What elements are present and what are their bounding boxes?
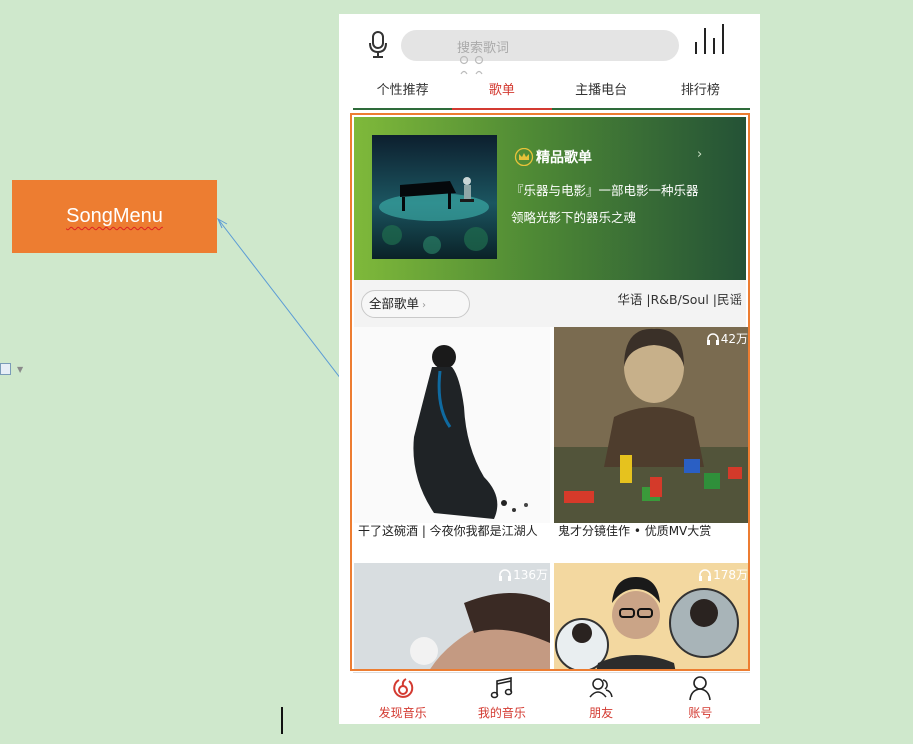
playlist-title: 干了这碗酒 | 今夜你我都是江湖人 bbox=[358, 524, 538, 538]
songmenu-callout: SongMenu bbox=[12, 180, 217, 253]
play-count: 178万 bbox=[698, 566, 748, 583]
all-playlists-label: 全部歌单 bbox=[369, 296, 420, 311]
nav-discover-music[interactable]: 发现音乐 bbox=[353, 673, 452, 724]
genre-tags[interactable]: 华语 |R&B/Soul |民谣 bbox=[617, 289, 742, 308]
tab-song-menu[interactable]: 歌单 bbox=[452, 78, 552, 110]
all-playlists-button[interactable]: 全部歌单 › bbox=[361, 290, 470, 318]
text-cursor bbox=[281, 707, 283, 734]
nav-label: 朋友 bbox=[589, 706, 614, 720]
banner-title-text: 精品歌单 bbox=[536, 150, 592, 166]
playlist-cover-image bbox=[354, 327, 550, 523]
nav-label: 发现音乐 bbox=[378, 706, 427, 720]
play-count: 136万 bbox=[498, 566, 548, 583]
tab-rankings[interactable]: 排行榜 bbox=[651, 78, 750, 108]
nav-my-music[interactable]: 我的音乐 bbox=[452, 673, 551, 724]
now-playing-bars-icon[interactable] bbox=[693, 22, 727, 54]
headphones-icon bbox=[699, 569, 712, 581]
tab-personal-recommend[interactable]: 个性推荐 bbox=[353, 78, 452, 108]
playlist-cover-image bbox=[554, 327, 748, 523]
songmenu-frame: 精品歌单 › 『乐器与电影』一部电影一种乐器 领略光影下的器乐之魂 全部歌单 › … bbox=[350, 113, 750, 671]
play-count-value: 42万 bbox=[720, 332, 748, 346]
search-input[interactable]: 搜索歌词 bbox=[401, 30, 679, 61]
nav-friends[interactable]: 朋友 bbox=[552, 673, 651, 724]
chevron-right-icon: › bbox=[422, 300, 427, 311]
piano-cover-image bbox=[372, 135, 497, 259]
top-tabs: 个性推荐 歌单 主播电台 排行榜 bbox=[353, 78, 750, 110]
search-icon bbox=[459, 55, 484, 75]
banner-title: 精品歌单 bbox=[514, 147, 592, 167]
account-icon bbox=[689, 676, 712, 701]
nav-account[interactable]: 账号 bbox=[651, 673, 750, 724]
nav-label: 账号 bbox=[688, 706, 713, 720]
premium-playlist-banner[interactable]: 精品歌单 › 『乐器与电影』一部电影一种乐器 领略光影下的器乐之魂 bbox=[354, 117, 746, 280]
bottom-nav: 发现音乐 我的音乐 朋友 账号 bbox=[353, 672, 750, 724]
top-bar: 搜索歌词 bbox=[339, 14, 760, 78]
music-note-icon bbox=[490, 677, 513, 699]
microphone-icon[interactable] bbox=[366, 30, 390, 60]
headphones-icon bbox=[499, 569, 512, 581]
chevron-right-icon: › bbox=[697, 147, 703, 162]
banner-subtitle-line1: 『乐器与电影』一部电影一种乐器 bbox=[511, 183, 699, 198]
headphones-icon bbox=[706, 333, 719, 345]
crown-icon bbox=[514, 148, 534, 166]
filter-row: 全部歌单 › 华语 |R&B/Soul |民谣 bbox=[354, 280, 746, 327]
phone-screen: 搜索歌词 个性推荐 歌单 主播电台 排行榜 精品歌单 › 『乐器与电影』一部电影… bbox=[339, 14, 760, 724]
netease-logo-icon bbox=[392, 678, 413, 698]
friends-icon bbox=[589, 678, 613, 698]
callout-label: SongMenu bbox=[66, 205, 163, 227]
nav-label: 我的音乐 bbox=[477, 706, 526, 720]
play-count-value: 136万 bbox=[513, 568, 548, 582]
tab-radio[interactable]: 主播电台 bbox=[552, 78, 651, 108]
play-count-value: 178万 bbox=[713, 568, 748, 582]
paste-options-icon[interactable]: ▼ bbox=[0, 362, 30, 378]
banner-subtitle-line2: 领略光影下的器乐之魂 bbox=[511, 210, 637, 225]
play-count: 42万 bbox=[706, 330, 748, 347]
playlist-title: 鬼才分镜佳作 • 优质MV大赏 bbox=[558, 524, 712, 538]
